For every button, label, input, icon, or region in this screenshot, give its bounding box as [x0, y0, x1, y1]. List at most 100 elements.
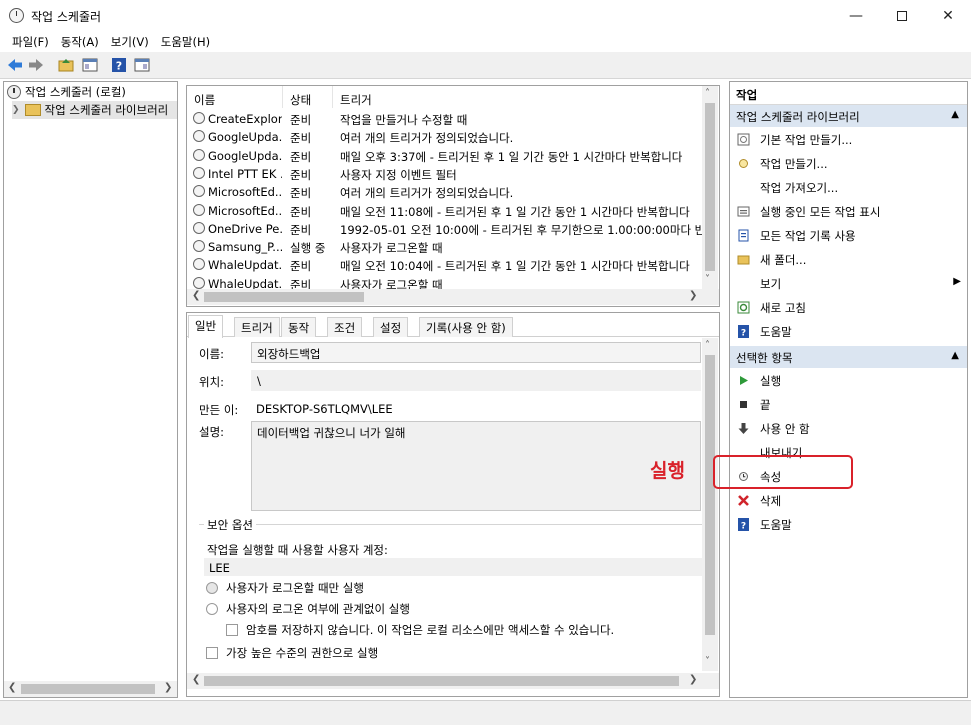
selected-action-end[interactable]: 끝 — [730, 393, 967, 416]
chevron-up-icon[interactable]: ˄ — [705, 340, 710, 351]
detail-hscrollbar[interactable]: ❮ ❯ — [187, 673, 719, 689]
checkbox-highest-privileges[interactable] — [206, 647, 218, 659]
help-icon[interactable]: ? — [110, 56, 128, 74]
action-label: 끝 — [760, 398, 771, 412]
table-row[interactable]: OneDrive Pe... 준비 1992-05-01 오전 10:00에 - 트… — [187, 220, 702, 238]
task-list-hscrollbar[interactable]: ❮ ❯ — [187, 289, 719, 305]
console-tree: 작업 스케줄러 (로컬) ❯ 작업 스케줄러 라이브러리 ❮ ❯ — [3, 81, 178, 698]
description-field[interactable]: 데이터백업 귀찮으니 너가 일해 — [251, 421, 701, 511]
chevron-up-icon[interactable]: ˄ — [705, 88, 710, 99]
checkbox-no-password[interactable] — [226, 624, 238, 636]
collapse-icon[interactable]: ▲ — [951, 350, 959, 361]
menu-file[interactable]: 파일(F) — [6, 31, 55, 50]
task-status: 준비 — [290, 186, 312, 201]
library-action-running-tasks[interactable]: 실행 중인 모든 작업 표시 — [730, 200, 967, 223]
library-action-create-task[interactable]: 작업 만들기... — [730, 152, 967, 175]
tree-item-library[interactable]: ❯ 작업 스케줄러 라이브러리 — [12, 101, 177, 119]
radio-always[interactable] — [206, 603, 218, 615]
library-action-basic-task[interactable]: 기본 작업 만들기... — [730, 128, 967, 151]
column-header-trigger[interactable]: 트리거 — [333, 86, 702, 108]
table-row[interactable]: MicrosoftEd... 준비 매일 오전 11:08에 - 트리거된 후 1 … — [187, 202, 702, 220]
tab-history[interactable]: 기록(사용 안 함) — [419, 317, 513, 337]
library-action-new-folder[interactable]: 새 폴더... — [730, 248, 967, 271]
author-label: 만든 이: — [199, 403, 239, 417]
account-value: LEE — [204, 558, 702, 576]
action-label: 도움말 — [760, 325, 792, 339]
chevron-right-icon[interactable]: ❯ — [164, 682, 172, 693]
selected-action-delete[interactable]: 삭제 — [730, 489, 967, 512]
section-library[interactable]: 작업 스케줄러 라이브러리 ▲ — [730, 105, 967, 127]
show-hide-action-pane-icon[interactable] — [133, 56, 151, 74]
table-row[interactable]: Intel PTT EK ... 준비 사용자 지정 이벤트 필터 — [187, 165, 702, 183]
task-name: Intel PTT EK ... — [208, 166, 282, 181]
running-tasks-icon — [737, 206, 750, 217]
tab-actions[interactable]: 동작 — [281, 317, 317, 337]
selected-action-disable[interactable]: 사용 안 함 — [730, 417, 967, 440]
chevron-left-icon[interactable]: ❮ — [192, 674, 200, 685]
task-trigger: 사용자가 로그온할 때 — [340, 241, 443, 256]
library-action-task-history[interactable]: 모든 작업 기록 사용 — [730, 224, 967, 247]
selected-action-run[interactable]: 실행 — [730, 369, 967, 392]
action-label: 사용 안 함 — [760, 422, 810, 436]
show-hide-console-tree-icon[interactable] — [81, 56, 99, 74]
collapse-icon[interactable]: ▲ — [951, 109, 959, 120]
scroll-thumb[interactable] — [21, 684, 155, 694]
table-row[interactable]: WhaleUpdat... 준비 매일 오전 10:04에 - 트리거된 후 1 일… — [187, 256, 702, 274]
back-arrow-icon[interactable] — [6, 56, 24, 74]
library-action-refresh[interactable]: 새로 고침 — [730, 296, 967, 319]
tab-conditions[interactable]: 조건 — [327, 317, 363, 337]
library-action-help[interactable]: ? 도움말 — [730, 320, 967, 343]
disable-icon — [738, 423, 749, 434]
chevron-right-icon[interactable]: ❯ — [689, 290, 697, 301]
chevron-left-icon[interactable]: ❮ — [192, 290, 200, 301]
chevron-down-icon[interactable]: ˅ — [705, 274, 710, 285]
section-selected-item[interactable]: 선택한 항목 ▲ — [730, 346, 967, 368]
library-action-import-task[interactable]: 작업 가져오기... — [730, 176, 967, 199]
toolbar: ? — [0, 52, 971, 79]
scroll-thumb[interactable] — [705, 355, 715, 635]
task-name: Samsung_P... — [208, 240, 282, 255]
chevron-right-icon[interactable]: ❯ — [689, 674, 697, 685]
column-header-name[interactable]: 이름 — [187, 86, 283, 108]
column-header-status[interactable]: 상태 — [283, 86, 333, 108]
detail-vscrollbar[interactable]: ˄ ˅ — [702, 338, 718, 671]
clock-icon — [193, 240, 205, 253]
help-icon: ? — [738, 325, 749, 338]
menu-help[interactable]: 도움말(H) — [155, 31, 216, 50]
chevron-right-icon[interactable]: ❯ — [12, 105, 20, 115]
forward-arrow-icon[interactable] — [27, 56, 45, 74]
library-action-view[interactable]: 보기 ▶ — [730, 272, 967, 295]
svg-text:?: ? — [116, 60, 122, 73]
scroll-thumb[interactable] — [705, 103, 715, 271]
minimize-button[interactable]: — — [833, 0, 879, 31]
menu-view[interactable]: 보기(V) — [105, 31, 155, 50]
task-trigger: 매일 오전 11:08에 - 트리거된 후 1 일 기간 동안 1 시간마다 반… — [340, 204, 690, 219]
action-label: 삭제 — [760, 494, 782, 508]
task-list-vscrollbar[interactable]: ˄ ˅ — [702, 86, 718, 289]
import-task-icon — [737, 181, 750, 194]
scroll-thumb[interactable] — [204, 676, 679, 686]
task-status: 준비 — [290, 204, 312, 219]
name-field[interactable]: 외장하드백업 — [251, 342, 701, 363]
selected-action-help[interactable]: ? 도움말 — [730, 513, 967, 536]
radio-logon-only[interactable] — [206, 582, 218, 594]
table-row[interactable]: MicrosoftEd... 준비 여러 개의 트리거가 정의되었습니다. — [187, 183, 702, 201]
tab-triggers[interactable]: 트리거 — [234, 317, 280, 337]
tab-settings[interactable]: 설정 — [373, 317, 409, 337]
tab-general[interactable]: 일반 — [188, 315, 224, 338]
tree-hscrollbar[interactable]: ❮ ❯ — [4, 681, 177, 697]
table-row[interactable]: GoogleUpda... 준비 매일 오후 3:37에 - 트리거된 후 1 일 … — [187, 147, 702, 165]
tree-item-root[interactable]: 작업 스케줄러 (로컬) — [7, 83, 126, 101]
chevron-down-icon[interactable]: ˅ — [705, 656, 710, 667]
table-row[interactable]: Samsung_P... 실행 중 사용자가 로그온할 때 — [187, 238, 702, 256]
clock-icon — [193, 112, 205, 124]
folder-up-icon[interactable] — [57, 56, 75, 74]
scroll-thumb[interactable] — [204, 292, 364, 302]
action-label: 실행 — [760, 374, 782, 388]
table-row[interactable]: CreateExplor... 준비 작업을 만들거나 수정할 때 — [187, 110, 702, 128]
maximize-button[interactable] — [879, 0, 925, 31]
table-row[interactable]: GoogleUpda... 준비 여러 개의 트리거가 정의되었습니다. — [187, 128, 702, 146]
close-button[interactable]: ✕ — [925, 0, 971, 31]
menu-action[interactable]: 동작(A) — [55, 31, 105, 50]
chevron-left-icon[interactable]: ❮ — [8, 682, 16, 693]
